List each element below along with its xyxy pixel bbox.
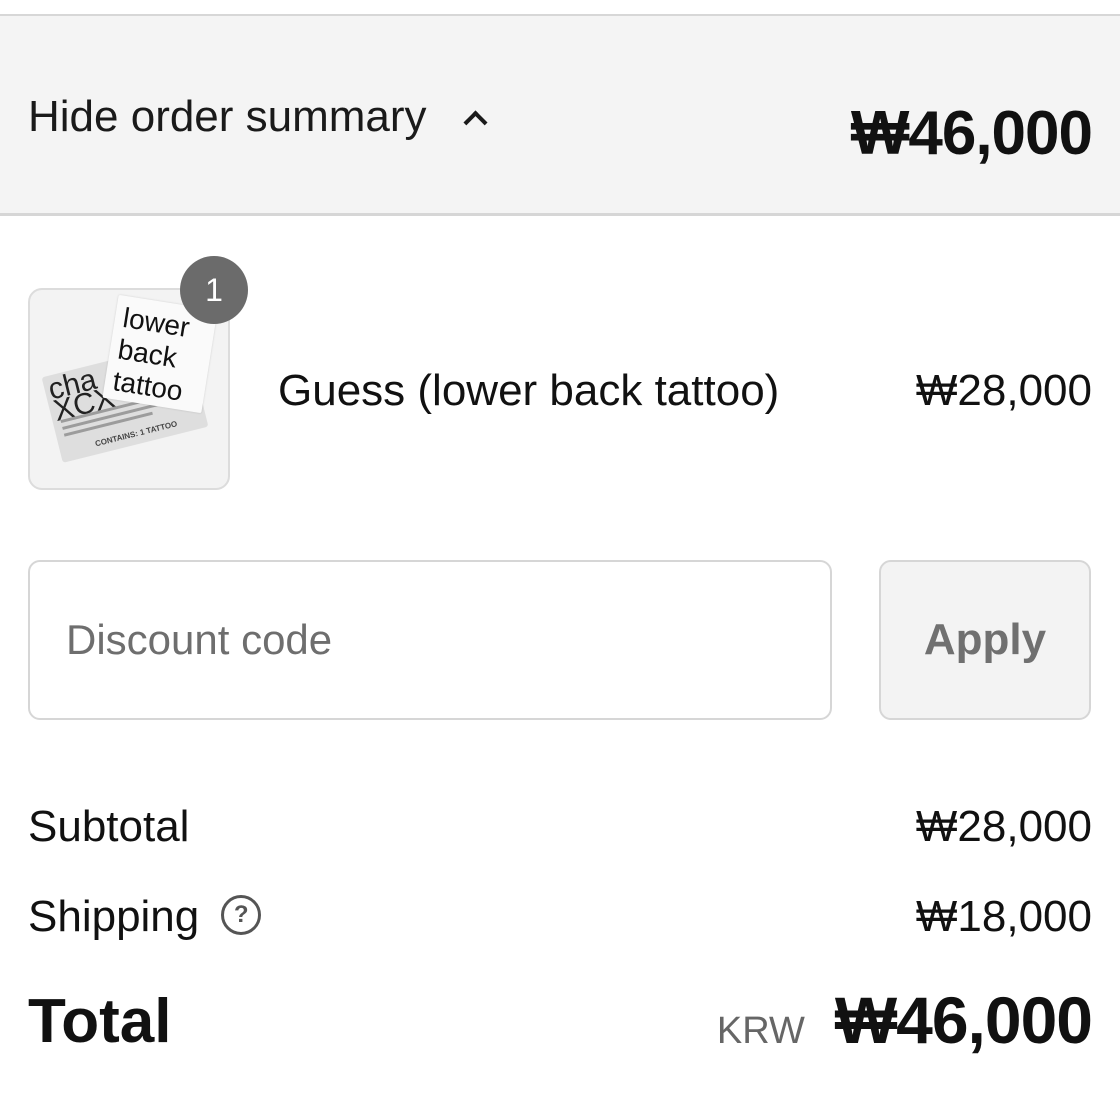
- total-value: ₩46,000: [834, 983, 1093, 1057]
- quantity-badge: 1: [180, 256, 248, 324]
- order-summary-bar: Hide order summary ₩46,000: [0, 16, 1120, 216]
- shipping-label: Shipping: [28, 892, 200, 941]
- currency-code: KRW: [716, 1010, 805, 1052]
- question-circle-icon[interactable]: ?: [221, 895, 262, 936]
- apply-button[interactable]: Apply: [879, 560, 1091, 720]
- discount-code-input[interactable]: [28, 560, 832, 720]
- product-name: Guess (lower back tattoo): [278, 366, 780, 415]
- shipping-row: Shipping?: [28, 892, 262, 942]
- chevron-up-icon: [463, 109, 488, 135]
- shipping-value: ₩18,000: [915, 892, 1092, 941]
- total-amount: KRW ₩46,000: [716, 982, 1093, 1058]
- order-summary-toggle-label: Hide order summary: [28, 92, 427, 141]
- subtotal-label: Subtotal: [28, 802, 190, 851]
- subtotal-value: ₩28,000: [915, 802, 1092, 851]
- order-summary-toggle[interactable]: Hide order summary: [28, 92, 488, 142]
- total-label: Total: [28, 987, 172, 1056]
- summary-total-price: ₩46,000: [850, 99, 1093, 168]
- product-price: ₩28,000: [915, 366, 1092, 415]
- order-summary-page: Hide order summary ₩46,000 cha XCX CONTA…: [0, 0, 1120, 1120]
